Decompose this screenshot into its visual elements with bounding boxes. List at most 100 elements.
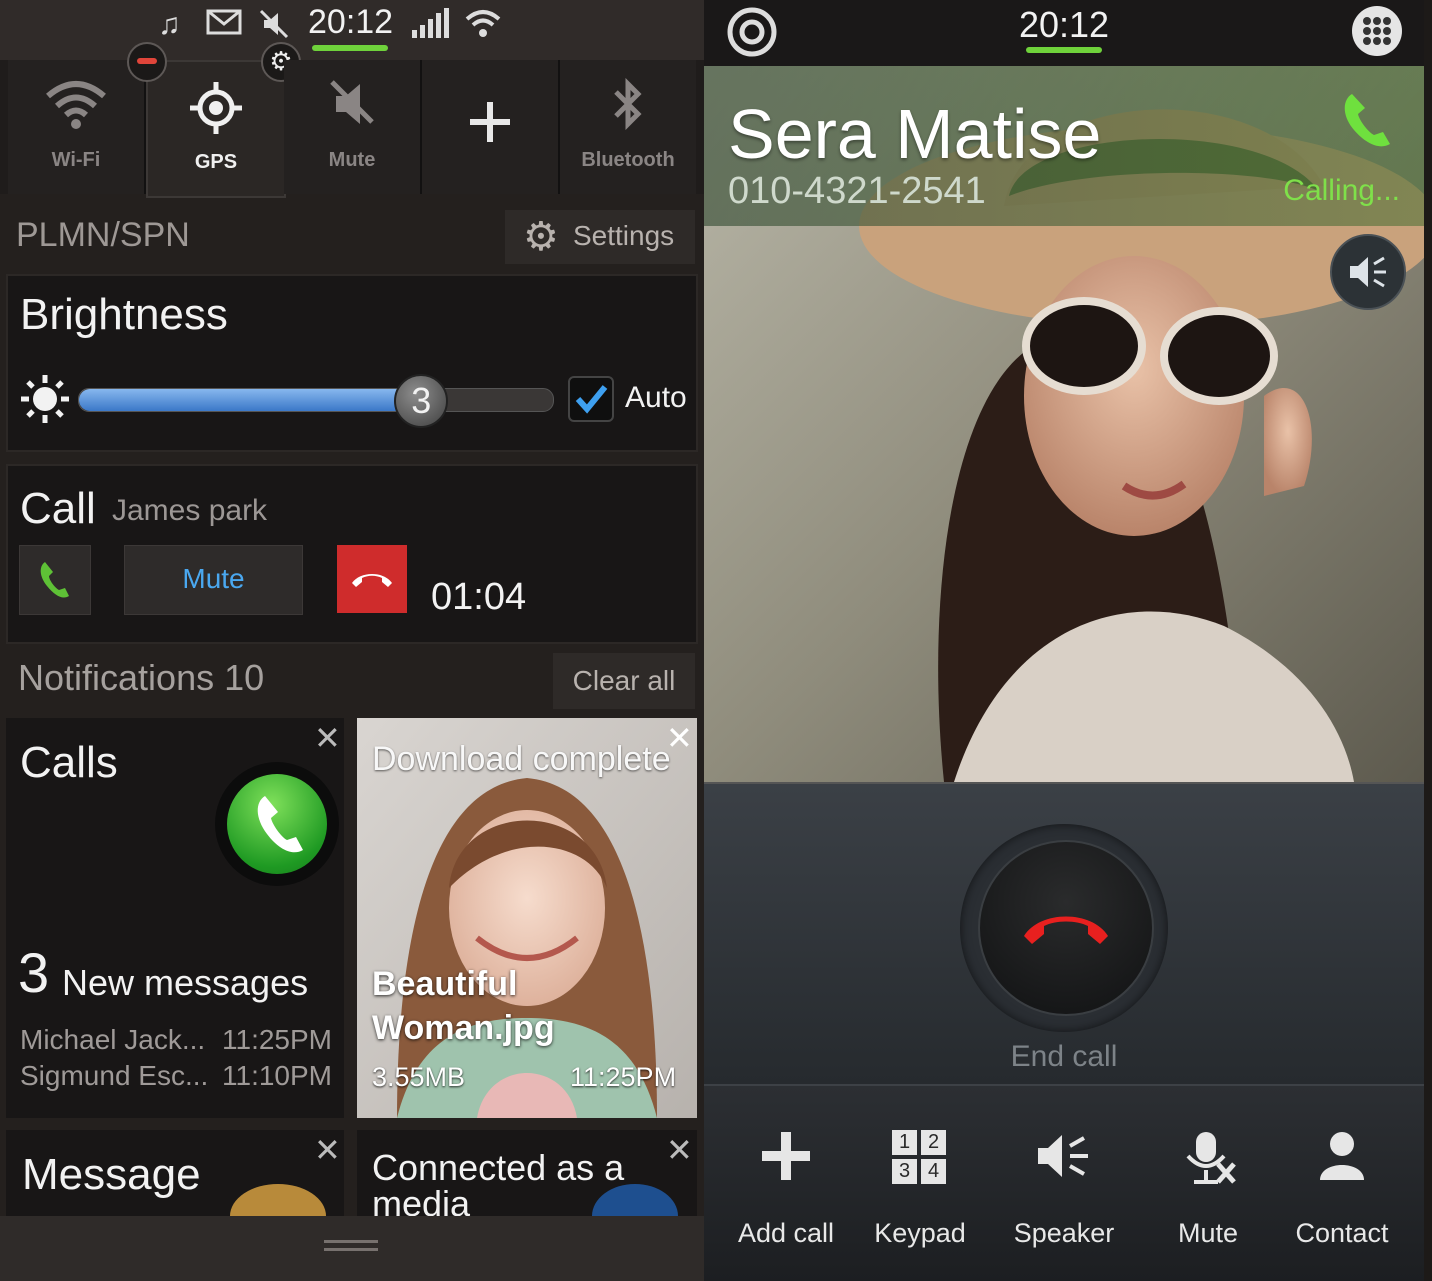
status-time: 20:12 (1018, 4, 1110, 45)
keypad-digit: 3 (892, 1159, 917, 1184)
keypad-label: Keypad (874, 1218, 966, 1248)
new-messages-count: 3 (18, 941, 50, 1004)
phone-icon (40, 562, 69, 598)
download-time: 11:25PM (570, 1062, 677, 1092)
hang-up-icon (352, 574, 392, 587)
minus-icon (137, 58, 157, 64)
call-title: Call (20, 484, 96, 533)
keypad-button[interactable]: 1 2 3 4 Keypad (848, 1086, 992, 1281)
call-status: Calling... (1283, 174, 1400, 207)
mute-icon (284, 78, 420, 135)
mic-mute-icon (1136, 1130, 1280, 1193)
volume-button[interactable] (1330, 234, 1406, 310)
end-call-label: End call (1010, 1040, 1118, 1073)
call-contact: Sigmund Esc... (20, 1060, 209, 1091)
calls-tile-title: Calls (20, 738, 118, 787)
close-icon[interactable]: ✕ (314, 722, 341, 754)
mute-label: Mute (1177, 1218, 1239, 1248)
status-time: 20:12 (308, 3, 394, 41)
time-underline (312, 45, 388, 51)
end-call-area: End call (704, 782, 1424, 1086)
notification-panel: ♫ 20:12 Wi-Fi GPS ⚙ Mute Bluetooth PLMN/… (0, 0, 704, 1281)
list-item[interactable]: Sigmund Esc... 11:10PM (20, 1060, 332, 1092)
bluetooth-icon (560, 77, 696, 135)
call-end-button[interactable] (337, 545, 407, 613)
quick-toggle-bluetooth[interactable]: Bluetooth (560, 60, 696, 194)
keypad-digit: 2 (921, 1130, 946, 1155)
handle-line (324, 1240, 378, 1243)
call-mute-button[interactable]: Mute (124, 545, 303, 615)
call-time: 11:10PM (222, 1060, 332, 1091)
settings-label: Settings (573, 220, 675, 251)
keypad-icon: 1 2 3 4 (848, 1130, 992, 1191)
quick-toggle-mute[interactable]: Mute (284, 60, 422, 194)
brightness-slider-thumb[interactable]: 3 (394, 374, 449, 428)
speaker-label: Speaker (1013, 1218, 1115, 1248)
add-icon (422, 98, 558, 151)
in-call-screen: 20:12 Sera Matise 010-4321-2541 Calling.… (704, 0, 1424, 1281)
list-item[interactable]: Michael Jack... 11:25PM (20, 1024, 332, 1056)
download-file-name: Beautiful Woman.jpg (372, 965, 555, 1047)
add-call-icon (714, 1130, 858, 1187)
phone-app-icon (215, 762, 339, 886)
time-underline (1026, 47, 1102, 53)
photo-thumbnail (357, 718, 697, 1118)
end-call-button[interactable] (978, 840, 1154, 1016)
speaker-button[interactable]: Speaker (992, 1086, 1136, 1281)
quick-toggle-label: GPS (194, 151, 238, 173)
add-call-label: Add call (737, 1218, 835, 1248)
quick-toggle-wifi[interactable]: Wi-Fi (8, 60, 146, 194)
download-file-size: 3.55MB (372, 1062, 466, 1092)
quick-toggle-gps[interactable]: GPS (146, 60, 286, 198)
mail-icon (206, 8, 242, 44)
new-messages-label: New messages (62, 962, 309, 1003)
clear-all-button[interactable]: Clear all (553, 653, 695, 709)
speaker-icon (992, 1130, 1136, 1187)
caller-name: Sera Matise (728, 95, 1102, 173)
brightness-slider-fill (79, 389, 421, 411)
remove-toggle-button[interactable] (127, 42, 167, 82)
music-icon: ♫ (158, 8, 181, 41)
call-answer-button[interactable] (19, 545, 91, 615)
close-icon[interactable]: ✕ (666, 1134, 693, 1166)
keypad-digit: 4 (921, 1159, 946, 1184)
panel-drag-handle[interactable] (0, 1216, 704, 1281)
status-bar: ♫ 20:12 (0, 0, 704, 60)
settings-button[interactable]: ⚙ Settings (505, 210, 695, 264)
app-grid-icon[interactable] (1352, 6, 1402, 56)
contact-icon (1270, 1130, 1414, 1187)
call-timer: 01:04 (431, 576, 527, 618)
contact-label: Contact (1295, 1218, 1389, 1248)
quick-toggle-label: Bluetooth (581, 149, 675, 171)
carrier-label: PLMN/SPN (16, 216, 190, 254)
signal-icon (412, 8, 450, 46)
close-icon[interactable]: ✕ (314, 1134, 341, 1166)
mute-button[interactable]: Mute (1136, 1086, 1280, 1281)
call-time: 11:25PM (222, 1024, 332, 1055)
quick-toggle-label: Wi-Fi (51, 149, 101, 171)
check-icon (575, 385, 608, 414)
caller-info-banner: Sera Matise 010-4321-2541 Calling... (704, 66, 1424, 226)
download-title: Download complete (372, 740, 671, 778)
message-tile-title: Message (22, 1150, 201, 1199)
handle-line (324, 1248, 378, 1251)
status-bar: 20:12 (704, 0, 1424, 66)
brightness-slider[interactable] (78, 388, 554, 412)
add-call-button[interactable]: Add call (714, 1086, 858, 1281)
gear-icon: ⚙ (523, 215, 559, 259)
phone-calling-icon (1340, 90, 1394, 155)
quick-toggle-label: Mute (328, 149, 376, 171)
brightness-title: Brightness (20, 290, 228, 339)
contact-button[interactable]: Contact (1270, 1086, 1414, 1281)
call-actions-bar: Add call 1 2 3 4 Keypad Speaker Mute Con… (704, 1084, 1424, 1281)
gps-icon (148, 80, 284, 141)
download-notification-tile[interactable] (357, 718, 697, 1118)
wifi-status-icon (464, 8, 502, 46)
speaker-volume-icon (1350, 256, 1386, 288)
notifications-title: Notifications 10 (18, 657, 265, 698)
keypad-digit: 1 (892, 1130, 917, 1155)
wifi-icon (8, 78, 144, 135)
quick-toggle-add[interactable] (422, 60, 560, 194)
auto-brightness-checkbox[interactable] (568, 376, 614, 422)
hang-up-icon (1024, 916, 1108, 944)
